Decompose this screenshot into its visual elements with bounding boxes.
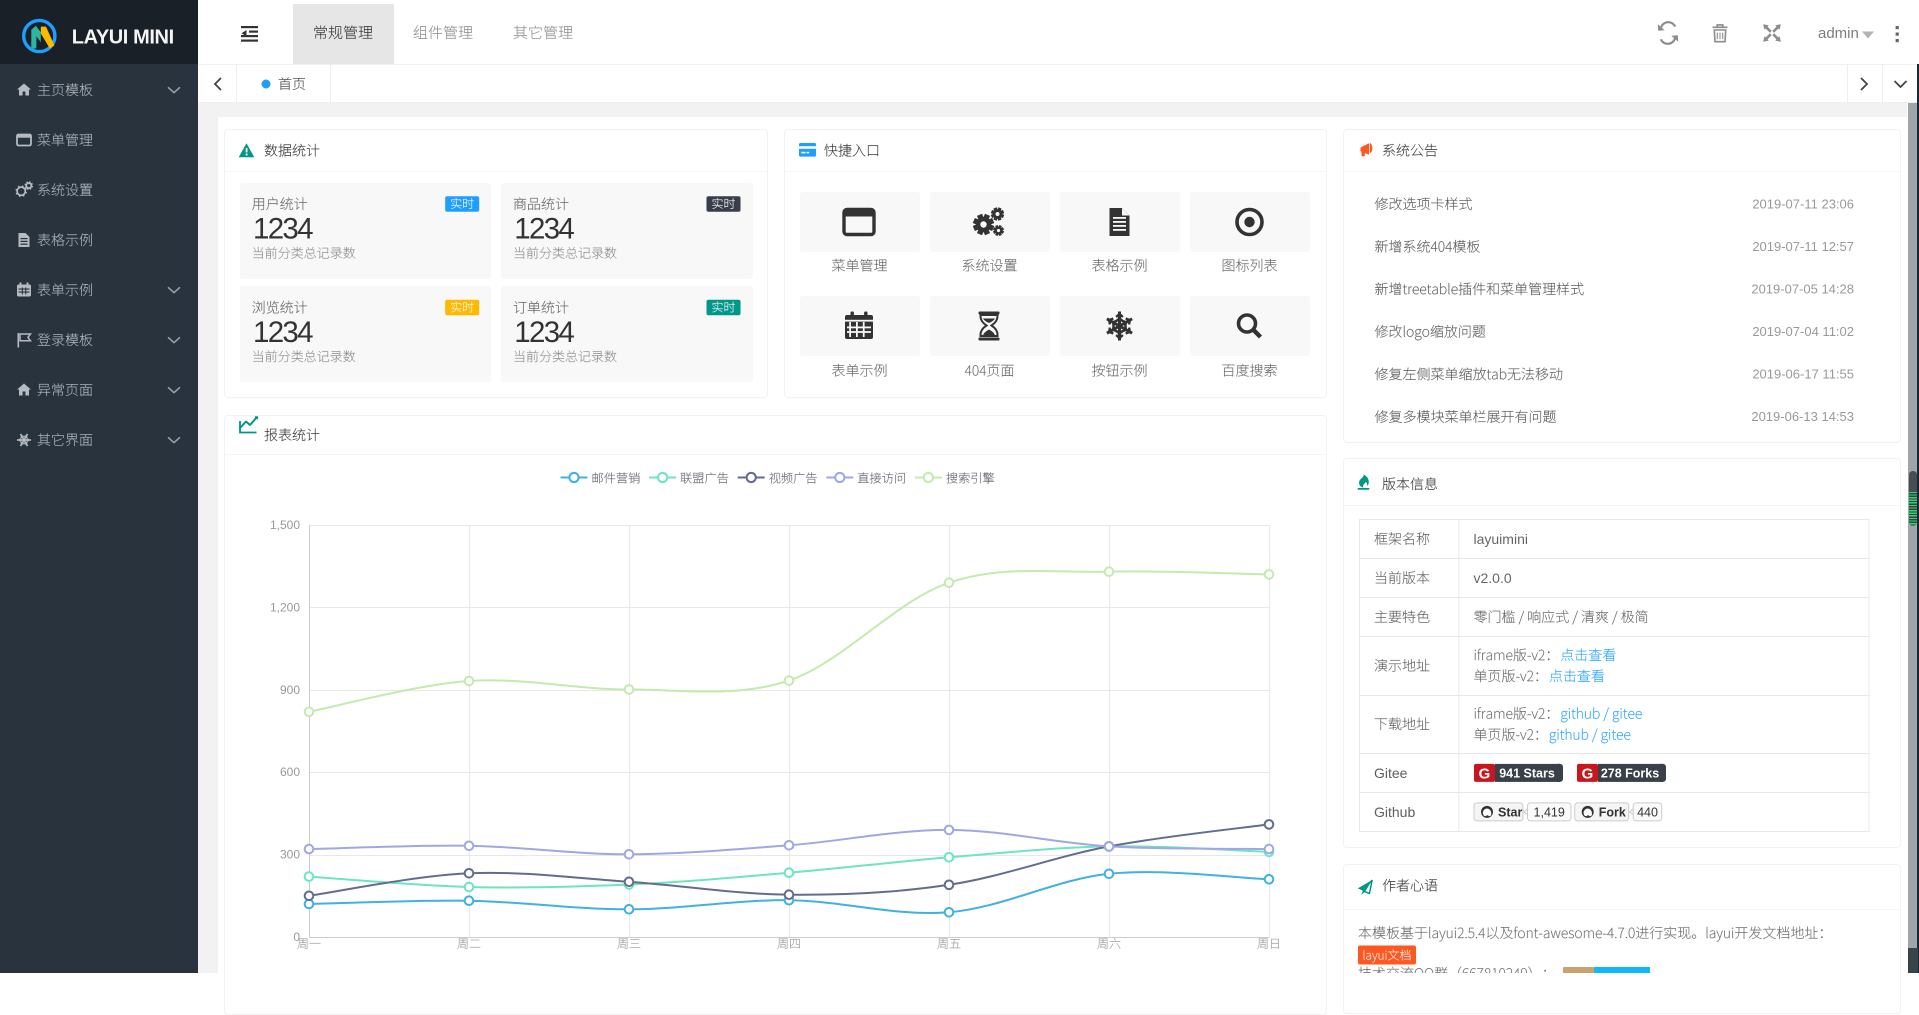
- svg-text:941 Stars: 941 Stars: [1499, 766, 1555, 780]
- svg-text:2019-06-13 14:53: 2019-06-13 14:53: [1751, 409, 1854, 424]
- svg-text:Star: Star: [1498, 805, 1522, 819]
- svg-text:2019-06-17 11:55: 2019-06-17 11:55: [1752, 367, 1854, 382]
- svg-text:2019-07-11 23:06: 2019-07-11 23:06: [1752, 197, 1854, 212]
- svg-text:2019-07-11 12:57: 2019-07-11 12:57: [1752, 239, 1854, 254]
- svg-text:1234: 1234: [514, 316, 574, 349]
- svg-text:Github: Github: [1374, 804, 1415, 820]
- svg-text:1,200: 1,200: [270, 600, 300, 614]
- svg-text:440: 440: [1637, 805, 1658, 819]
- svg-text:1234: 1234: [514, 213, 574, 246]
- svg-text:1234: 1234: [253, 316, 313, 349]
- svg-text:600: 600: [280, 765, 300, 779]
- svg-text:278 Forks: 278 Forks: [1601, 766, 1659, 780]
- svg-text:900: 900: [280, 683, 300, 697]
- svg-text:1234: 1234: [253, 213, 313, 246]
- svg-text:admin: admin: [1818, 25, 1859, 42]
- svg-text:v2.0.0: v2.0.0: [1474, 570, 1512, 586]
- svg-text:G: G: [1479, 765, 1491, 782]
- svg-text:Fork: Fork: [1599, 805, 1626, 819]
- svg-text:Gitee: Gitee: [1374, 765, 1408, 781]
- svg-text:1,419: 1,419: [1534, 805, 1565, 819]
- svg-text:2019-07-05 14:28: 2019-07-05 14:28: [1751, 282, 1854, 297]
- svg-text:1,500: 1,500: [270, 518, 300, 532]
- svg-text:layuimini: layuimini: [1474, 531, 1528, 547]
- svg-text:2019-07-04 11:02: 2019-07-04 11:02: [1752, 324, 1854, 339]
- svg-text:G: G: [1582, 765, 1594, 782]
- svg-text:LAYUI MINI: LAYUI MINI: [72, 26, 174, 48]
- svg-text:300: 300: [280, 848, 300, 862]
